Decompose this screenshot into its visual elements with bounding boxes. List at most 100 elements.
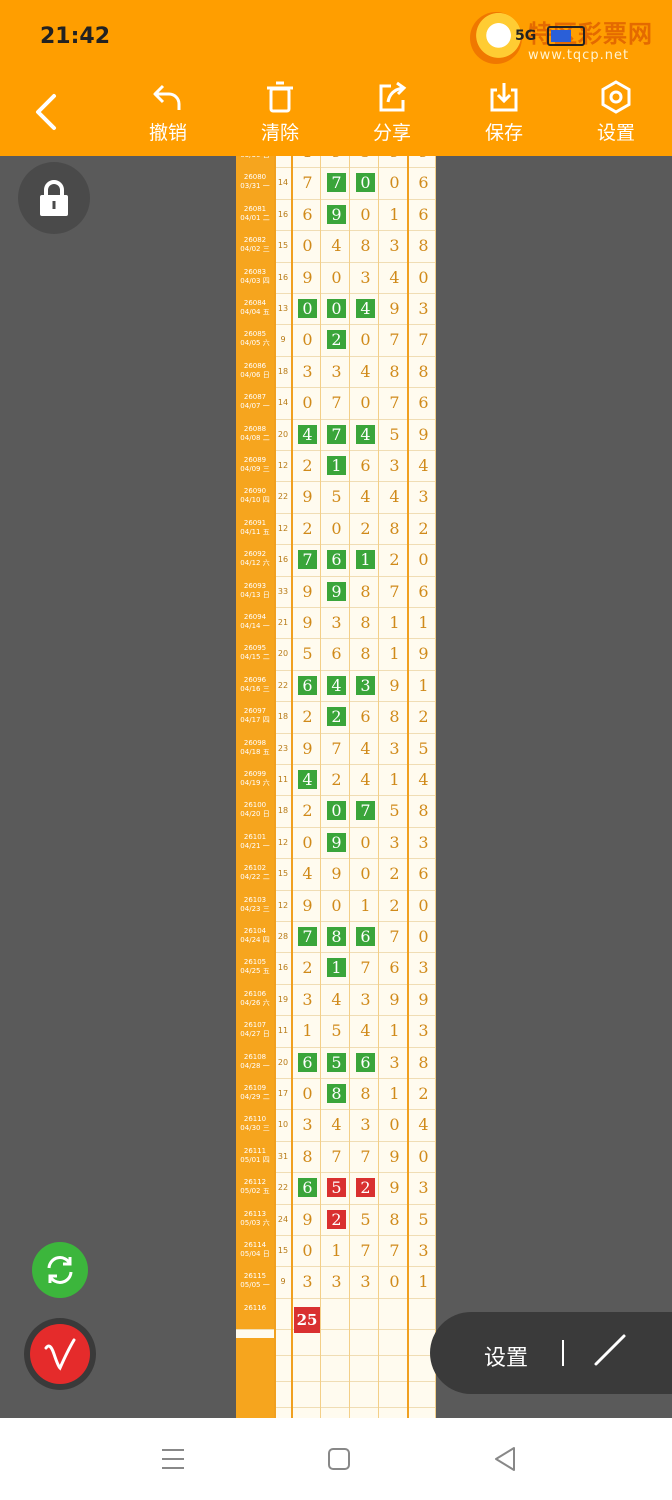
digit-cell[interactable]: 4 bbox=[322, 984, 351, 1015]
digit-cell[interactable]: 5 bbox=[409, 1204, 436, 1235]
digit-cell[interactable]: 7 bbox=[380, 921, 409, 952]
digit-cell[interactable]: 1 bbox=[293, 156, 322, 167]
digit-cell[interactable]: 1 bbox=[351, 890, 380, 921]
digit-cell[interactable]: 2 bbox=[380, 544, 409, 575]
line-tool-button[interactable] bbox=[590, 1330, 630, 1370]
home-nav-button[interactable] bbox=[324, 1444, 354, 1474]
panel-settings-button[interactable]: 设置 bbox=[484, 1340, 528, 1372]
digit-cell[interactable]: 4 bbox=[351, 764, 380, 795]
digit-cell[interactable]: 9 bbox=[322, 858, 351, 889]
digit-cell[interactable]: 8 bbox=[351, 576, 380, 607]
digit-cell[interactable]: 0 bbox=[293, 230, 322, 261]
digit-cell[interactable]: 3 bbox=[351, 262, 380, 293]
digit-cell[interactable]: 9 bbox=[322, 199, 351, 230]
digit-cell[interactable]: 9 bbox=[409, 156, 436, 167]
digit-cell[interactable]: 4 bbox=[380, 262, 409, 293]
digit-cell[interactable] bbox=[322, 1298, 351, 1329]
lock-button[interactable] bbox=[18, 162, 90, 234]
digit-cell[interactable]: 9 bbox=[322, 827, 351, 858]
undo-button[interactable]: 撤销 bbox=[133, 80, 203, 145]
digit-cell[interactable]: 1 bbox=[409, 1266, 436, 1297]
digit-cell[interactable]: 0 bbox=[293, 827, 322, 858]
digit-cell[interactable]: 7 bbox=[380, 387, 409, 418]
digit-cell[interactable]: 0 bbox=[322, 262, 351, 293]
digit-cell[interactable] bbox=[351, 1298, 380, 1329]
digit-cell[interactable]: 3 bbox=[322, 356, 351, 387]
lottery-trend-chart[interactable]: 2607903/30 日24195992608003/31 一147700626… bbox=[236, 156, 436, 1418]
digit-cell[interactable]: 1 bbox=[380, 764, 409, 795]
digit-cell[interactable]: 2 bbox=[293, 795, 322, 826]
digit-cell[interactable]: 9 bbox=[293, 607, 322, 638]
digit-cell[interactable]: 6 bbox=[409, 199, 436, 230]
digit-cell[interactable]: 6 bbox=[351, 450, 380, 481]
digit-cell[interactable]: 6 bbox=[409, 387, 436, 418]
digit-cell[interactable]: 9 bbox=[293, 733, 322, 764]
digit-cell[interactable]: 2 bbox=[293, 450, 322, 481]
digit-cell[interactable]: 6 bbox=[351, 921, 380, 952]
digit-cell[interactable]: 6 bbox=[409, 858, 436, 889]
menu-nav-button[interactable] bbox=[158, 1444, 188, 1474]
settings-button[interactable]: 设置 bbox=[581, 80, 651, 145]
digit-cell[interactable]: 4 bbox=[409, 450, 436, 481]
digit-cell[interactable]: 3 bbox=[293, 356, 322, 387]
digit-cell[interactable]: 2 bbox=[351, 513, 380, 544]
digit-cell[interactable]: 7 bbox=[322, 1141, 351, 1172]
digit-cell[interactable]: 1 bbox=[322, 952, 351, 983]
digit-cell[interactable]: 7 bbox=[380, 576, 409, 607]
digit-cell[interactable]: 8 bbox=[409, 356, 436, 387]
digit-cell[interactable]: 7 bbox=[322, 167, 351, 198]
digit-cell[interactable]: 6 bbox=[293, 1047, 322, 1078]
digit-cell[interactable]: 2 bbox=[322, 324, 351, 355]
digit-cell[interactable]: 5 bbox=[380, 419, 409, 450]
digit-cell[interactable]: 5 bbox=[322, 1172, 351, 1203]
digit-cell[interactable]: 4 bbox=[409, 1109, 436, 1140]
digit-cell[interactable]: 4 bbox=[293, 858, 322, 889]
digit-cell[interactable]: 1 bbox=[380, 1078, 409, 1109]
digit-cell[interactable]: 4 bbox=[351, 733, 380, 764]
digit-cell[interactable]: 9 bbox=[409, 984, 436, 1015]
digit-cell[interactable]: 0 bbox=[293, 387, 322, 418]
digit-cell[interactable]: 7 bbox=[293, 544, 322, 575]
digit-cell[interactable]: 2 bbox=[380, 890, 409, 921]
digit-cell[interactable]: 1 bbox=[351, 544, 380, 575]
digit-cell[interactable]: 3 bbox=[409, 827, 436, 858]
digit-cell[interactable]: 9 bbox=[293, 481, 322, 512]
digit-cell[interactable]: 7 bbox=[322, 419, 351, 450]
digit-cell[interactable]: 7 bbox=[351, 952, 380, 983]
digit-cell[interactable]: 4 bbox=[322, 1109, 351, 1140]
digit-cell[interactable]: 8 bbox=[380, 356, 409, 387]
digit-cell[interactable]: 3 bbox=[409, 481, 436, 512]
clear-button[interactable]: 清除 bbox=[245, 80, 315, 145]
digit-cell[interactable]: 3 bbox=[380, 733, 409, 764]
digit-cell[interactable]: 6 bbox=[351, 701, 380, 732]
digit-cell[interactable]: 9 bbox=[409, 638, 436, 669]
digit-cell[interactable]: 8 bbox=[322, 1078, 351, 1109]
digit-cell[interactable]: 2 bbox=[380, 858, 409, 889]
digit-cell[interactable]: 0 bbox=[380, 167, 409, 198]
digit-cell[interactable]: 2 bbox=[322, 764, 351, 795]
digit-cell[interactable]: 1 bbox=[380, 199, 409, 230]
digit-cell[interactable]: 1 bbox=[293, 1015, 322, 1046]
digit-cell[interactable]: 0 bbox=[380, 1109, 409, 1140]
digit-cell[interactable]: 4 bbox=[351, 419, 380, 450]
digit-cell[interactable]: 0 bbox=[409, 262, 436, 293]
digit-cell[interactable]: 9 bbox=[380, 293, 409, 324]
digit-cell[interactable]: 8 bbox=[380, 701, 409, 732]
digit-cell[interactable]: 2 bbox=[293, 701, 322, 732]
digit-cell[interactable]: 5 bbox=[322, 481, 351, 512]
digit-cell[interactable]: 9 bbox=[293, 1204, 322, 1235]
digit-cell[interactable]: 1 bbox=[322, 450, 351, 481]
digit-cell[interactable]: 3 bbox=[322, 1266, 351, 1297]
digit-cell[interactable]: 1 bbox=[380, 1015, 409, 1046]
digit-cell[interactable]: 0 bbox=[293, 1078, 322, 1109]
digit-cell[interactable]: 0 bbox=[409, 890, 436, 921]
digit-cell[interactable]: 4 bbox=[293, 764, 322, 795]
digit-cell[interactable]: 5 bbox=[322, 1047, 351, 1078]
digit-cell[interactable]: 3 bbox=[293, 1109, 322, 1140]
digit-cell[interactable]: 9 bbox=[380, 156, 409, 167]
digit-cell[interactable]: 0 bbox=[351, 858, 380, 889]
digit-cell[interactable]: 0 bbox=[351, 324, 380, 355]
digit-cell[interactable]: 6 bbox=[409, 167, 436, 198]
digit-cell[interactable] bbox=[409, 1298, 436, 1329]
digit-cell[interactable]: 9 bbox=[380, 1141, 409, 1172]
